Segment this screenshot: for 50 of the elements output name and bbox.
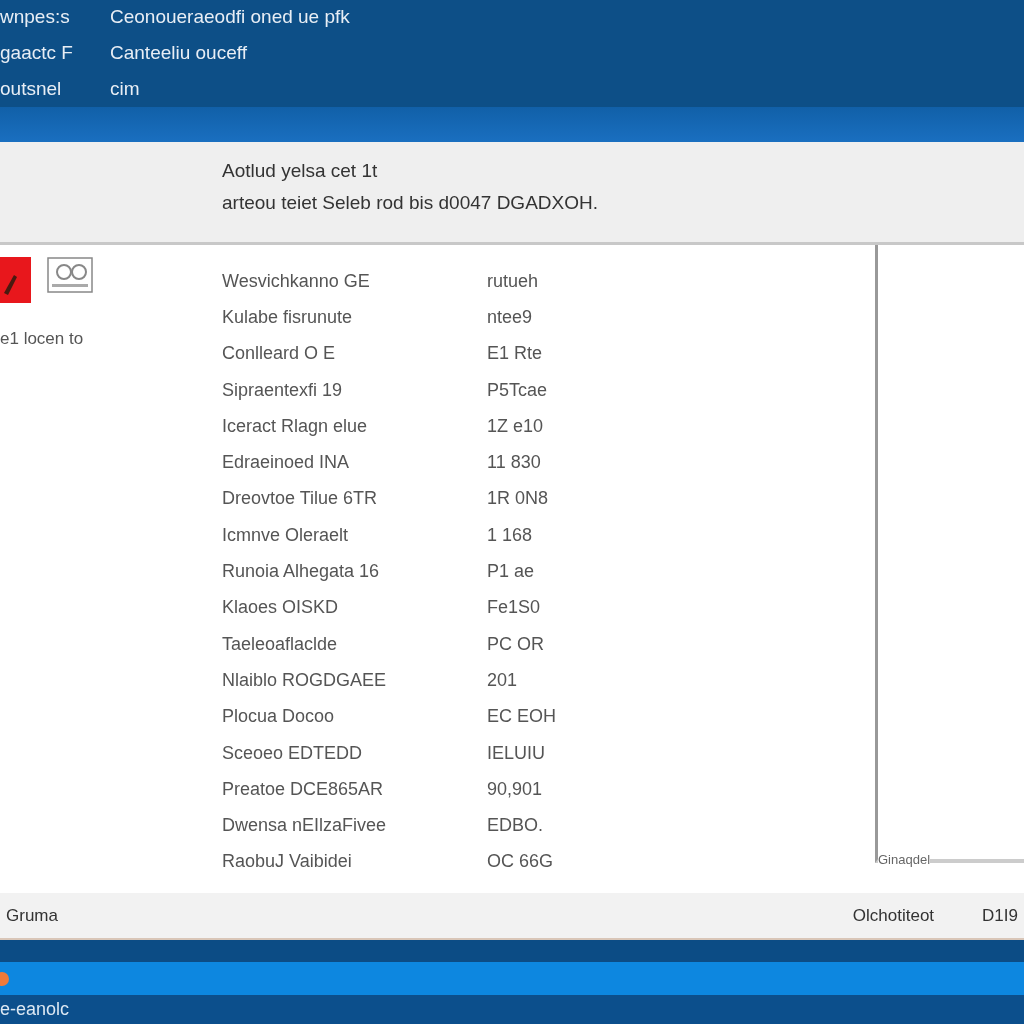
item-value: ntee9 [487,306,534,328]
item-value: OC 66G [487,851,555,873]
header-label: outsnel [0,78,63,100]
header-label: gaactc F [0,42,74,64]
header-label: wnpes:s [0,6,71,28]
item-value: P5Tcae [487,379,549,401]
header-value: cim [110,78,141,100]
sidebar-caption: e1 locen to [0,329,85,349]
item-name: Preatoe DCE865AR [222,778,385,800]
item-name: Runoia Alhegata 16 [222,561,381,582]
item-name: Icmnve Oleraelt [222,524,350,546]
item-name: Nlaiblo ROGDGAEE [222,669,388,691]
app-icon[interactable] [0,257,31,303]
taskbar-text: e-eanolc [0,999,70,1020]
item-name: Iceract Rlagn elue [222,415,369,437]
item-value: 1 168 [487,524,534,546]
item-name: Sceoeo EDTEDD [222,742,364,764]
item-value: 90,901 [487,778,544,800]
status-code: D1I9 [982,905,1018,926]
item-name: Klaoes OISKD [222,597,340,619]
item-name: Conlleard O E [222,343,337,365]
item-value: rutueh [487,270,540,292]
item-value: P1 ae [487,561,536,582]
item-value: E1 Rte [487,343,544,365]
item-value: 201 [487,669,519,691]
document-icon[interactable] [47,257,93,293]
item-name: Edraeinoed INA [222,452,351,474]
item-name: Dwensa nEIlzaFivee [222,815,388,837]
item-value: 11 830 [487,452,542,474]
item-name: Plocua Docoo [222,706,336,728]
status-text: Gruma [6,905,58,926]
item-name: Sipraentexfi 19 [222,379,344,401]
status-text: Olchotiteot [852,905,935,926]
header-value: Ceonoueraeodfi oned ue pfk [110,6,351,28]
item-value: EC EOH [487,706,557,728]
item-name: Dreovtoe Tilue 6TR [222,488,379,510]
item-value: IELUIU [487,742,547,764]
item-value: PC OR [487,633,545,655]
header-value: Canteeliu ouceff [110,42,248,64]
item-name: Wesvichkanno GE [222,270,371,292]
item-value: Fe1S0 [487,597,542,619]
item-value: EDBO. [487,815,544,837]
item-value: 1R 0N8 [487,488,550,510]
info-title: Aotlud yelsa cet 1t [222,160,379,182]
side-panel-label: Ginaqdel [878,852,931,867]
item-name: Taeleoaflaclde [222,633,339,655]
item-name: RaobuJ Vaibidei [222,851,353,873]
info-text: arteou teiet Seleb rod bis d0047 DGADXOH. [222,192,599,214]
item-name: Kulabe fisrunute [222,306,354,328]
item-value: 1Z e10 [487,415,545,437]
